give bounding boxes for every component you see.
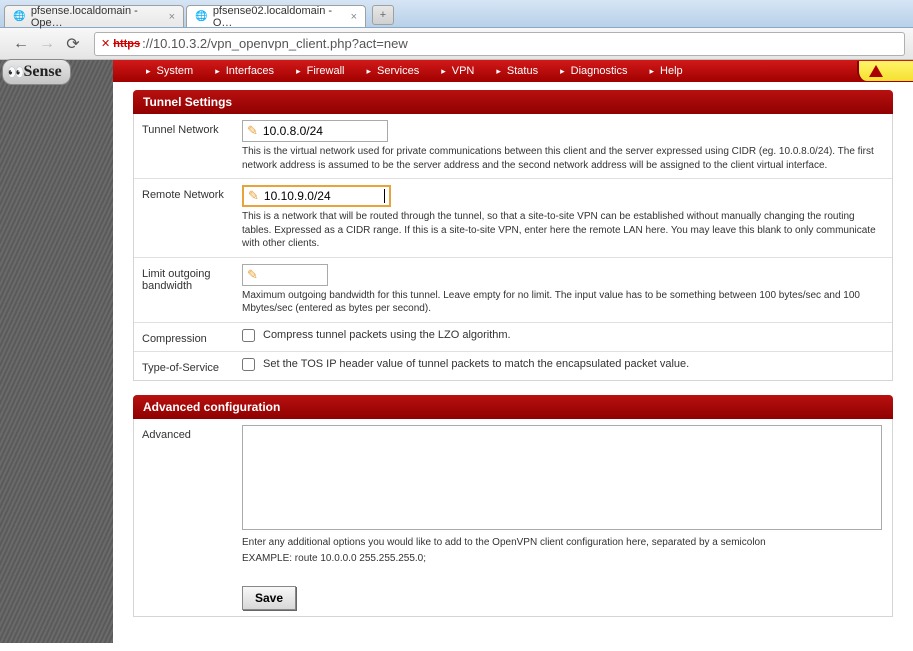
- compression-checkbox-label: Compress tunnel packets using the LZO al…: [263, 329, 511, 341]
- tos-checkbox-wrap[interactable]: Set the TOS IP header value of tunnel pa…: [242, 358, 884, 371]
- logo-icon: 👀: [7, 64, 21, 81]
- pfsense-logo[interactable]: 👀 Sense: [2, 59, 71, 85]
- row-advanced: Advanced Enter any additional options yo…: [134, 419, 892, 572]
- insecure-icon: ✕: [101, 37, 110, 50]
- text-caret: [384, 189, 385, 203]
- limit-bandwidth-input-wrap: ✎: [242, 264, 328, 286]
- warning-icon: [869, 65, 883, 77]
- help-remote-network: This is a network that will be routed th…: [242, 210, 884, 251]
- row-remote-network: Remote Network ✎ This is a network that …: [134, 179, 892, 258]
- nav-firewall[interactable]: Firewall: [288, 65, 358, 77]
- nav-diagnostics[interactable]: Diagnostics: [552, 65, 641, 77]
- back-button[interactable]: ←: [8, 32, 34, 56]
- address-bar[interactable]: ✕ https: [94, 32, 905, 56]
- compression-checkbox[interactable]: [242, 329, 255, 342]
- tunnel-network-input[interactable]: [263, 124, 383, 138]
- section-body-tunnel: Tunnel Network ✎ This is the virtual net…: [133, 114, 893, 381]
- row-save: Save: [134, 572, 892, 616]
- section-header-advanced: Advanced configuration: [133, 395, 893, 419]
- nav-status[interactable]: Status: [488, 65, 552, 77]
- edit-icon: ✎: [247, 267, 258, 283]
- row-compression: Compression Compress tunnel packets usin…: [134, 323, 892, 352]
- browser-tab[interactable]: 🌐 pfsense02.localdomain - O… ×: [186, 5, 366, 27]
- reload-button[interactable]: ⟳: [60, 32, 86, 56]
- label-remote-network: Remote Network: [142, 185, 242, 251]
- browser-tab-strip: 🌐 pfsense.localdomain - Ope… × 🌐 pfsense…: [0, 0, 913, 28]
- row-tunnel-network: Tunnel Network ✎ This is the virtual net…: [134, 114, 892, 179]
- row-limit-bandwidth: Limit outgoing bandwidth ✎ Maximum outgo…: [134, 258, 892, 323]
- close-icon[interactable]: ×: [169, 11, 175, 23]
- advanced-textarea[interactable]: [242, 425, 882, 530]
- url-input[interactable]: [142, 36, 898, 51]
- compression-checkbox-wrap[interactable]: Compress tunnel packets using the LZO al…: [242, 329, 884, 342]
- help-limit-bandwidth: Maximum outgoing bandwidth for this tunn…: [242, 289, 884, 316]
- tos-checkbox[interactable]: [242, 358, 255, 371]
- main-nav: System Interfaces Firewall Services VPN …: [113, 60, 913, 82]
- forward-button[interactable]: →: [34, 32, 60, 56]
- label-advanced: Advanced: [142, 425, 242, 566]
- row-tos: Type-of-Service Set the TOS IP header va…: [134, 352, 892, 380]
- nav-help[interactable]: Help: [641, 65, 696, 77]
- tab-title: pfsense02.localdomain - O…: [213, 5, 343, 29]
- left-gutter: 👀 Sense: [0, 60, 113, 643]
- tos-checkbox-label: Set the TOS IP header value of tunnel pa…: [263, 358, 689, 370]
- label-compression: Compression: [142, 329, 242, 345]
- remote-network-input-wrap: ✎: [242, 185, 391, 207]
- edit-icon: ✎: [247, 123, 258, 139]
- limit-bandwidth-input[interactable]: [263, 268, 323, 282]
- browser-toolbar: ← → ⟳ ✕ https: [0, 28, 913, 60]
- alert-banner[interactable]: [857, 61, 913, 81]
- nav-interfaces[interactable]: Interfaces: [207, 65, 288, 77]
- nav-system[interactable]: System: [138, 65, 207, 77]
- new-tab-button[interactable]: +: [372, 5, 394, 25]
- tab-title: pfsense.localdomain - Ope…: [31, 5, 161, 29]
- logo-text: Sense: [23, 63, 61, 81]
- help-advanced-2: EXAMPLE: route 10.0.0.0 255.255.255.0;: [242, 552, 884, 566]
- remote-network-input[interactable]: [264, 189, 384, 203]
- edit-icon: ✎: [248, 188, 259, 204]
- section-header-tunnel: Tunnel Settings: [133, 90, 893, 114]
- tab-favicon: 🌐: [13, 10, 26, 24]
- browser-tab[interactable]: 🌐 pfsense.localdomain - Ope… ×: [4, 5, 184, 27]
- nav-services[interactable]: Services: [359, 65, 434, 77]
- section-body-advanced: Advanced Enter any additional options yo…: [133, 419, 893, 617]
- label-tos: Type-of-Service: [142, 358, 242, 374]
- help-tunnel-network: This is the virtual network used for pri…: [242, 145, 884, 172]
- close-icon[interactable]: ×: [351, 11, 357, 23]
- tab-favicon: 🌐: [195, 10, 208, 24]
- nav-vpn[interactable]: VPN: [433, 65, 488, 77]
- tunnel-network-input-wrap: ✎: [242, 120, 388, 142]
- save-button[interactable]: Save: [242, 586, 296, 610]
- help-advanced-1: Enter any additional options you would l…: [242, 536, 884, 550]
- url-protocol: https: [113, 38, 140, 50]
- label-limit-bandwidth: Limit outgoing bandwidth: [142, 264, 242, 316]
- label-tunnel-network: Tunnel Network: [142, 120, 242, 172]
